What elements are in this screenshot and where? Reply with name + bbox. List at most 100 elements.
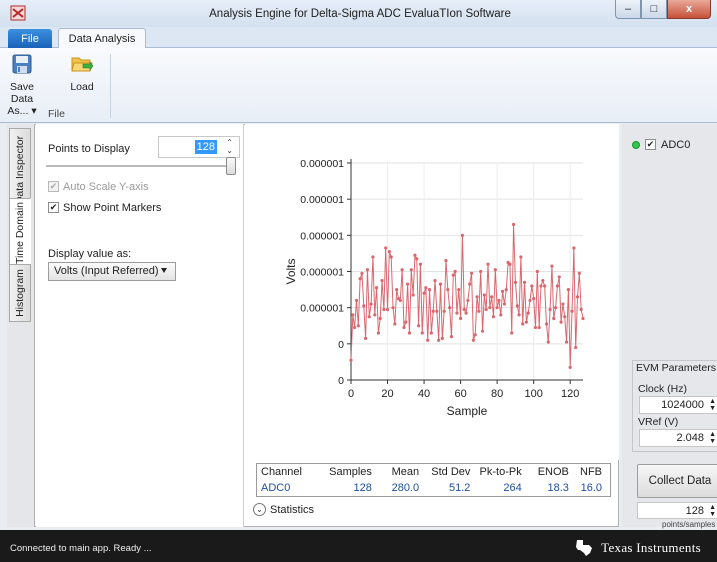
data-point	[517, 313, 521, 317]
tab-time-domain-label: Time Domain	[14, 201, 27, 265]
data-point	[374, 286, 379, 290]
data-point	[519, 255, 523, 259]
data-point	[409, 268, 413, 272]
col-mean: Mean	[391, 466, 420, 478]
data-point	[535, 269, 539, 274]
points-slider-track[interactable]	[46, 165, 236, 167]
cell-mean: 280.0	[391, 481, 420, 494]
tab-file[interactable]: File	[8, 29, 52, 48]
data-point	[491, 315, 496, 319]
data-point	[559, 320, 563, 324]
data-point	[418, 262, 423, 266]
cell-std-dev: 51.2	[448, 481, 471, 494]
data-point	[497, 298, 501, 303]
data-point	[537, 325, 541, 330]
data-point	[541, 278, 545, 283]
data-point	[353, 325, 357, 330]
data-point	[466, 298, 470, 303]
data-point	[508, 262, 512, 266]
spinner-arrows-icon[interactable]: ▲ ▼	[709, 431, 716, 445]
data-point	[398, 298, 402, 303]
table-row[interactable]: ADC0 128 280.0 51.2 264 18.3 16.0	[257, 480, 610, 495]
data-point	[515, 304, 519, 308]
spinner-arrows-icon[interactable]: ▲ ▼	[709, 504, 716, 518]
auto-scale-checkbox[interactable]: ✔	[48, 181, 59, 192]
data-point	[420, 331, 424, 335]
data-point	[577, 271, 581, 275]
close-button[interactable]: x	[667, 0, 711, 19]
maximize-icon: □	[650, 3, 658, 15]
data-point	[362, 304, 366, 308]
save-data-button[interactable]: Save Data As... ▾	[2, 53, 42, 117]
y-tick-label: 0.000001	[300, 267, 344, 279]
tab-time-domain[interactable]: Time Domain	[9, 198, 31, 268]
data-point	[530, 284, 534, 288]
controls-panel: Points to Display 128 ⌃ ⌄ ✔ Auto Scale Y-…	[36, 124, 244, 527]
tab-histogram[interactable]: Histogram	[9, 264, 31, 322]
chart-area: 0 0 0.000001 0.000001 0.000001 0.000001 0.0000…	[245, 124, 619, 460]
collect-data-button[interactable]: Collect Data	[637, 464, 717, 498]
data-point	[522, 280, 527, 284]
y-tick-label: 0.000001	[300, 194, 344, 206]
texas-state-icon	[576, 540, 593, 556]
data-point	[555, 284, 560, 288]
ribbon-separator	[110, 54, 111, 118]
data-point	[457, 287, 461, 292]
x-axis-label: Sample	[447, 404, 488, 418]
minimize-button[interactable]: –	[615, 0, 641, 19]
data-point	[563, 315, 567, 319]
points-samples-input[interactable]: 128 ▲ ▼	[637, 502, 717, 519]
cell-enob: 18.3	[547, 481, 569, 494]
data-point	[513, 280, 518, 284]
data-point	[351, 313, 355, 317]
data-point	[411, 293, 415, 297]
data-point	[364, 336, 368, 341]
col-pk-to-pk: Pk-to-Pk	[479, 466, 522, 478]
y-tick-label: 0.000001	[300, 303, 344, 315]
show-point-markers-checkbox[interactable]: ✔	[48, 202, 59, 213]
clock-input[interactable]: 1024000 ▲ ▼	[639, 396, 717, 414]
load-button[interactable]: Load	[64, 53, 100, 93]
data-point	[435, 309, 439, 313]
vref-input[interactable]: 2.048 ▲ ▼	[639, 429, 717, 447]
chevron-down-icon	[161, 268, 167, 273]
data-point	[459, 316, 463, 321]
ribbon-group-label: File	[48, 108, 65, 120]
display-value-selected: Volts (Input Referred)	[54, 265, 159, 277]
data-point	[449, 335, 454, 339]
channel-checkbox[interactable]: ✔	[645, 139, 656, 150]
data-point	[488, 306, 492, 310]
auto-scale-label: Auto Scale Y-axis	[63, 181, 149, 193]
data-point	[378, 316, 382, 321]
data-point	[373, 313, 377, 317]
data-point	[533, 325, 538, 330]
data-point	[460, 233, 465, 237]
points-to-display-spinner[interactable]: 128 ⌃ ⌄	[158, 136, 240, 158]
tab-data-analysis[interactable]: Data Analysis	[58, 28, 146, 49]
data-point	[367, 315, 371, 319]
data-point	[387, 250, 391, 254]
data-point	[572, 246, 576, 250]
data-point	[579, 307, 583, 312]
statistics-header-row: Channel Samples Mean Std Dev Pk-to-Pk EN…	[257, 464, 610, 480]
y-tick-label: 0	[338, 339, 344, 351]
save-icon	[12, 54, 32, 74]
data-point	[544, 322, 549, 326]
data-point	[371, 255, 375, 259]
data-point	[349, 358, 353, 362]
spinner-arrows-icon[interactable]: ▲ ▼	[709, 398, 716, 412]
data-point	[382, 307, 386, 312]
data-point	[477, 309, 481, 313]
data-point	[455, 311, 459, 315]
points-slider-thumb[interactable]	[226, 157, 236, 175]
data-point	[426, 338, 430, 342]
tab-data-inspector-label: Data Inspector	[14, 135, 27, 205]
data-point	[575, 295, 580, 299]
data-point	[482, 293, 486, 297]
statistics-toggle[interactable]: ⌄ Statistics	[253, 503, 314, 516]
maximize-button[interactable]: □	[641, 0, 667, 19]
time-domain-chart: 000.0000010.0000010.0000010.0000010.0000…	[284, 158, 585, 418]
spinner-arrows-icon[interactable]: ⌃ ⌄	[226, 139, 233, 155]
data-point	[484, 307, 488, 312]
display-value-dropdown[interactable]: Volts (Input Referred)	[48, 262, 176, 281]
